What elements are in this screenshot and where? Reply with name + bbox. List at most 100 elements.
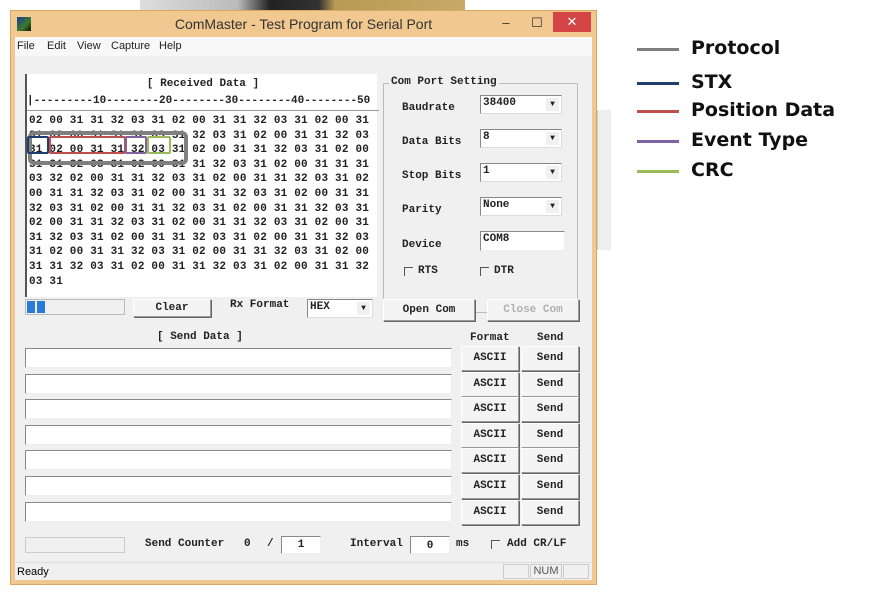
send-data-input[interactable] [25, 501, 452, 522]
received-row: 31 32 03 31 02 00 31 31 32 03 31 02 00 3… [29, 231, 370, 244]
format-button[interactable]: ASCII [461, 499, 519, 525]
legend-label: Event Type [691, 129, 809, 151]
interval-unit: ms [456, 538, 470, 550]
chevron-down-icon[interactable]: ▼ [546, 166, 559, 179]
parity-value: None [483, 199, 510, 211]
rx-format-value: HEX [310, 301, 330, 313]
received-data-panel[interactable]: [ Received Data ] |---------10--------20… [25, 74, 379, 297]
format-button[interactable]: ASCII [461, 397, 519, 423]
legend-label: STX [691, 71, 733, 93]
format-button[interactable]: ASCII [461, 474, 519, 499]
close-com-button[interactable]: Close Com [487, 299, 579, 321]
send-counter-label: Send Counter [145, 538, 225, 550]
clear-button[interactable]: Clear [133, 299, 211, 317]
progress-fill [27, 301, 47, 313]
legend-line [637, 140, 679, 143]
counter-separator: / [267, 538, 274, 550]
send-button[interactable]: Send [521, 474, 579, 499]
send-button[interactable]: Send [521, 499, 579, 525]
stop-bits-value: 1 [483, 165, 490, 177]
format-button[interactable]: ASCII [461, 346, 519, 371]
open-com-button[interactable]: Open Com [383, 299, 475, 321]
send-data-input[interactable] [25, 348, 452, 368]
send-data-input[interactable] [25, 373, 452, 394]
received-row: 03 32 02 00 31 31 32 03 31 02 00 31 31 3… [29, 173, 370, 186]
menu-bar: File Edit View Capture Help [15, 37, 592, 56]
chevron-down-icon[interactable]: ▼ [546, 98, 559, 111]
title-bar[interactable]: ComMaster - Test Program for Serial Port… [11, 11, 596, 37]
stop-bits-select[interactable]: 1 ▼ [480, 163, 562, 182]
send-data-title: [ Send Data ] [157, 331, 243, 343]
device-input[interactable]: COM8 [480, 231, 565, 251]
legend-line [637, 170, 679, 173]
menu-edit[interactable]: Edit [47, 40, 66, 52]
legend-line [637, 48, 679, 51]
received-row: 02 00 31 31 32 03 31 02 00 31 31 32 03 3… [29, 115, 370, 127]
send-button[interactable]: Send [521, 422, 579, 448]
send-data-input[interactable] [25, 399, 452, 420]
menu-view[interactable]: View [77, 40, 101, 52]
received-row: 02 00 31 31 32 03 31 02 00 31 31 32 03 3… [29, 217, 370, 230]
com-port-setting-legend: Com Port Setting [389, 76, 499, 88]
interval-label: Interval [350, 538, 403, 550]
format-button[interactable]: ASCII [461, 422, 519, 448]
format-button[interactable]: ASCII [461, 448, 519, 474]
chevron-down-icon[interactable]: ▼ [546, 200, 559, 213]
chevron-down-icon[interactable]: ▼ [357, 302, 370, 315]
legend-label: Position Data [691, 99, 836, 121]
com-port-setting-group: Com Port Setting Baudrate 38400 ▼ Data Bi… [383, 76, 578, 313]
stop-bits-label: Stop Bits [402, 170, 462, 182]
legend-line [637, 82, 679, 85]
receive-progress-bar [25, 299, 125, 315]
send-counter-value: 0 [244, 538, 251, 550]
crc-highlight [147, 136, 171, 154]
baudrate-select[interactable]: 38400 ▼ [480, 95, 562, 114]
add-crlf-checkbox[interactable] [491, 540, 500, 549]
data-bits-select[interactable]: 8 ▼ [480, 129, 562, 148]
status-bar: Ready NUM [15, 562, 592, 580]
stx-highlight [27, 136, 49, 154]
column-ruler: |---------10--------20--------30--------… [27, 95, 371, 107]
send-button[interactable]: Send [521, 397, 579, 423]
menu-capture[interactable]: Capture [111, 40, 150, 52]
send-progress-bar [25, 537, 125, 553]
received-row: 31 31 32 03 31 02 00 31 31 32 03 31 02 0… [29, 261, 370, 273]
background-window [597, 110, 611, 250]
send-count-input[interactable]: 1 [281, 536, 321, 554]
received-row: 03 31 [29, 275, 64, 288]
send-data-input[interactable] [25, 450, 452, 471]
send-data-input[interactable] [25, 424, 452, 445]
rts-label: RTS [418, 265, 438, 277]
baudrate-label: Baudrate [402, 102, 455, 114]
send-button[interactable]: Send [521, 371, 579, 397]
event-type-highlight [125, 136, 147, 154]
interval-input[interactable]: 0 [410, 536, 450, 554]
maximize-button[interactable]: ☐ [523, 13, 551, 33]
received-data-title: [ Received Data ] [146, 78, 260, 90]
send-data-input[interactable] [25, 476, 452, 496]
chevron-down-icon[interactable]: ▼ [546, 132, 559, 145]
data-bits-value: 8 [483, 131, 490, 143]
minimize-button[interactable]: – [491, 13, 521, 33]
received-row: 32 03 31 02 00 31 31 32 03 31 02 00 31 3… [29, 202, 370, 215]
rts-checkbox[interactable] [404, 267, 413, 276]
close-button[interactable]: ✕ [553, 12, 591, 32]
format-button[interactable]: ASCII [461, 371, 519, 397]
status-pane-caps [503, 564, 529, 579]
parity-select[interactable]: None ▼ [480, 197, 562, 216]
divider [27, 110, 379, 111]
rx-format-label: Rx Format [230, 299, 290, 311]
client-area: File Edit View Capture Help [ Received D… [15, 37, 592, 580]
parity-label: Parity [402, 204, 442, 216]
rx-format-select[interactable]: HEX ▼ [307, 299, 373, 318]
send-button[interactable]: Send [521, 448, 579, 474]
send-button[interactable]: Send [521, 346, 579, 371]
baudrate-value: 38400 [483, 97, 517, 109]
menu-help[interactable]: Help [159, 40, 182, 52]
status-num: NUM [530, 564, 562, 579]
data-bits-label: Data Bits [402, 136, 462, 148]
legend-label: CRC [691, 159, 734, 181]
dtr-checkbox[interactable] [480, 267, 489, 276]
menu-file[interactable]: File [17, 40, 35, 52]
send-header: Send [537, 332, 564, 344]
